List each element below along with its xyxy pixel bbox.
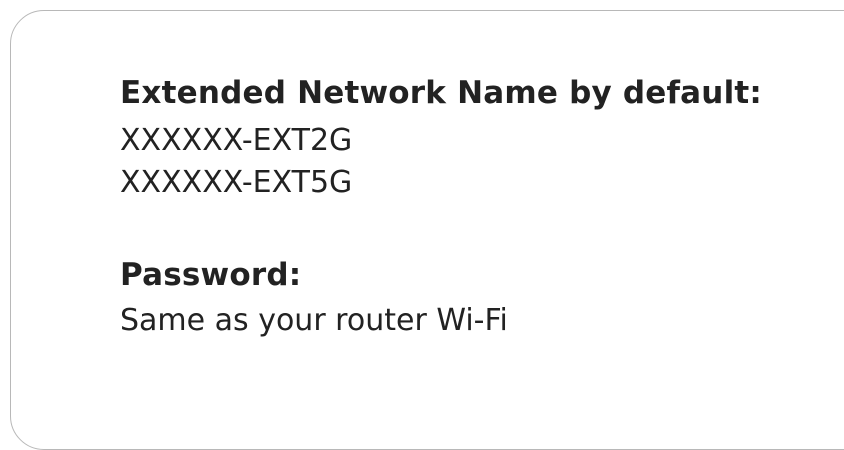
password-value: Same as your router Wi-Fi (120, 303, 508, 338)
password-section: Password: Same as your router Wi-Fi (120, 254, 762, 342)
ssid-5g: XXXXXX-EXT5G (120, 165, 353, 200)
card-content: Extended Network Name by default: XXXXXX… (120, 72, 762, 342)
ssid-2g: XXXXXX-EXT2G (120, 123, 353, 158)
ssid-list: XXXXXX-EXT2G XXXXXX-EXT5G (120, 120, 762, 204)
network-name-heading: Extended Network Name by default: (120, 75, 763, 111)
password-heading: Password: (120, 257, 302, 293)
network-name-section: Extended Network Name by default: XXXXXX… (120, 72, 762, 204)
